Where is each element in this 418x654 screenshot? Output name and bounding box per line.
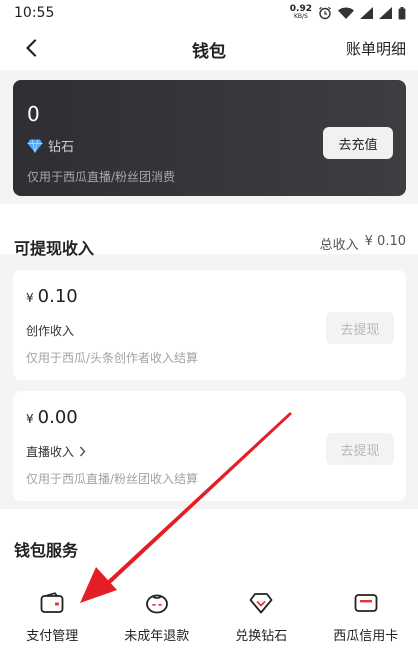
income-name-label: 直播收入 [26,445,75,459]
service-xigua-credit-card[interactable]: 西瓜信用卡 [314,569,418,654]
nav-bar: 钱包 账单明细 [0,26,418,70]
diamond-label-row: 钻石 [27,136,74,155]
status-time: 10:55 [14,5,55,21]
currency-symbol: ¥ [26,412,34,426]
currency-symbol: ¥ [26,291,34,305]
diamond-label: 钻石 [48,140,75,155]
service-minor-refund[interactable]: 未成年退款 [105,569,210,654]
withdrawable-income-header: 可提现收入 总收入 ¥ 0.10 [0,204,418,258]
total-income-label: 总收入 [319,238,359,253]
creator-income-name: 创作收入 [26,322,74,339]
amount-value: 0.00 [37,407,78,428]
withdraw-button-live[interactable]: 去提现 [326,433,394,465]
child-face-icon [143,589,171,617]
amount-value: 0.10 [37,286,78,307]
service-payment-management[interactable]: 支付管理 [0,569,105,654]
diamond-balance-card: 0 钻石 仅用于西瓜直播/粉丝团消费 去充值 [13,80,406,196]
diamond-count: 0 [27,102,40,126]
chevron-left-icon [26,39,37,57]
wifi-icon [338,7,354,19]
service-exchange-diamonds[interactable]: 兑换钻石 [209,569,314,654]
signal-icon [360,7,373,19]
diamond-icon [27,138,43,153]
wallet-services-title: 钱包服务 [14,541,79,560]
service-label: 未成年退款 [124,629,190,644]
status-icons: 0.92 KB/S [290,5,406,21]
creator-income-amount: ¥ 0.10 [26,286,78,307]
status-bar: 10:55 0.92 KB/S [0,0,418,26]
alarm-icon [319,6,331,20]
signal-icon-2 [379,7,392,19]
live-income-card: ¥ 0.00 直播收入 仅用于西瓜直播/粉丝团收入结算 去提现 [13,391,406,501]
live-income-name[interactable]: 直播收入 [26,443,86,460]
service-label: 西瓜信用卡 [333,629,399,644]
service-label: 兑换钻石 [235,629,288,644]
network-speed: 0.92 KB/S [290,5,312,21]
income-name-label: 创作收入 [26,324,75,338]
diamond-usage-note: 仅用于西瓜直播/粉丝团消费 [27,170,176,184]
creator-income-note: 仅用于西瓜/头条创作者收入结算 [26,351,199,365]
withdrawable-income-title: 可提现收入 [14,239,95,258]
back-button[interactable] [18,35,44,61]
withdraw-button-creator[interactable]: 去提现 [326,312,394,344]
total-income: 总收入 ¥ 0.10 [320,234,406,253]
live-income-note: 仅用于西瓜直播/粉丝团收入结算 [26,472,199,486]
wallet-icon [38,589,66,617]
live-income-amount: ¥ 0.00 [26,407,78,428]
bill-details-link[interactable]: 账单明细 [346,38,406,59]
network-speed-value: 0.92 [289,4,312,14]
wallet-services-grid: 支付管理 未成年退款 兑换钻石 西瓜信用卡 [0,569,418,654]
chevron-right-icon [79,446,86,457]
recharge-button[interactable]: 去充值 [323,127,393,159]
credit-card-icon [352,589,380,617]
wallet-services-header: 钱包服务 [0,509,418,569]
creator-income-card: ¥ 0.10 创作收入 仅用于西瓜/头条创作者收入结算 去提现 [13,270,406,380]
network-speed-unit: KB/S [293,13,308,20]
total-income-value: ¥ 0.10 [364,234,406,249]
battery-icon [398,6,406,19]
diamond-icon [247,589,275,617]
service-label: 支付管理 [26,629,79,644]
